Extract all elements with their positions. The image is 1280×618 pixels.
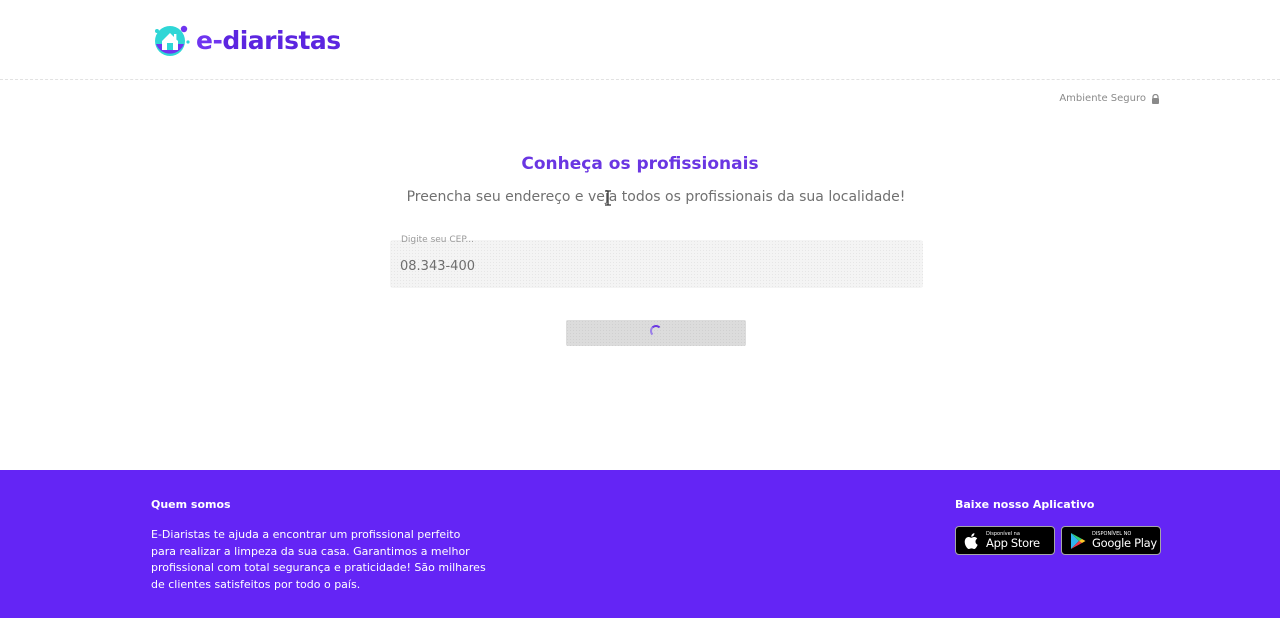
loading-spinner-icon <box>650 325 662 337</box>
apple-icon <box>964 532 978 549</box>
logo-house-icon <box>155 25 190 56</box>
footer-about-title: Quem somos <box>151 498 231 511</box>
header: e-diaristas <box>0 0 1280 80</box>
footer: Quem somos E-Diaristas te ajuda a encont… <box>0 470 1280 618</box>
app-store-big-text: App Store <box>986 535 1040 550</box>
cep-input[interactable] <box>400 256 900 276</box>
google-play-big-text: Google Play <box>1092 535 1157 550</box>
footer-about-text: E-Diaristas te ajuda a encontrar um prof… <box>151 528 486 591</box>
lock-icon <box>1152 93 1159 104</box>
cep-label: Digite seu CEP... <box>401 235 474 245</box>
cep-field[interactable]: Digite seu CEP... <box>390 235 923 288</box>
logo-text: e-diaristas <box>196 25 341 55</box>
google-play-badge[interactable]: DISPONÍVEL NO Google Play <box>1061 526 1161 555</box>
search-button[interactable] <box>566 320 746 346</box>
secure-label: Ambiente Seguro <box>1059 93 1146 104</box>
google-play-icon <box>1071 532 1086 549</box>
page-subtitle: Preencha seu endereço e veja todos os pr… <box>406 189 906 205</box>
logo[interactable]: e-diaristas <box>150 20 341 60</box>
app-store-badge[interactable]: Disponível na App Store <box>955 526 1055 555</box>
footer-app-title: Baixe nosso Aplicativo <box>955 498 1095 511</box>
page-title: Conheça os profissionais <box>521 154 759 174</box>
text-cursor-icon <box>605 190 611 206</box>
secure-environment-badge: Ambiente Seguro <box>1059 93 1160 104</box>
